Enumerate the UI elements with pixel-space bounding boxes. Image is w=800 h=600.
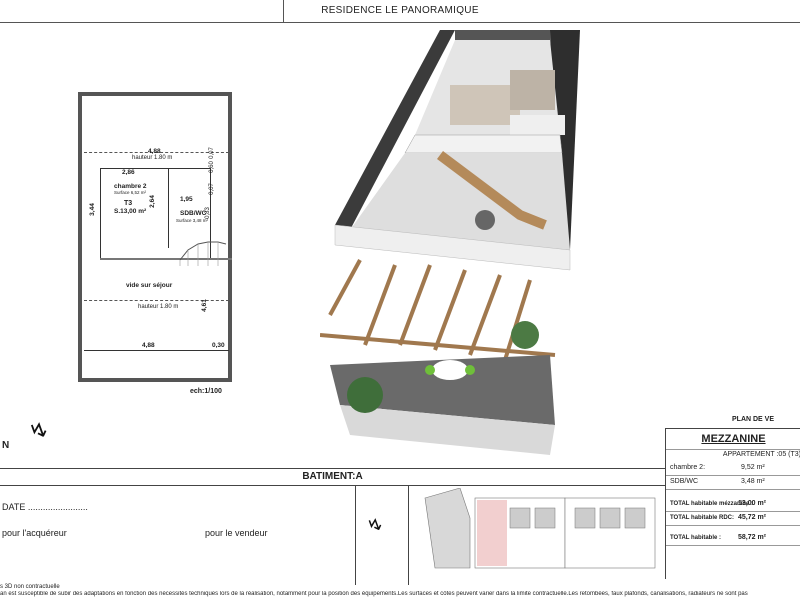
row-value: 9,52 m² xyxy=(741,464,765,471)
row-value: 45,72 m² xyxy=(738,514,767,521)
dim-top-width: 4,88 xyxy=(148,148,161,155)
disclaimer: s 3D non contractuelle an est susceptibl… xyxy=(0,584,800,598)
dim-030: 0,30 xyxy=(212,342,225,349)
batiment-label: BATIMENT:A xyxy=(302,471,363,482)
acquereur-label: pour l'acquéreur xyxy=(2,528,67,538)
sdb-surface: Surface 3,48 m² xyxy=(176,218,209,223)
row-label: SDB/WC xyxy=(670,478,698,485)
plan-dim-line xyxy=(84,350,229,351)
row-label: TOTAL habitable : xyxy=(670,535,722,541)
dim-344: 3,44 xyxy=(88,203,96,216)
stairs-symbol xyxy=(179,241,227,266)
dim-007b: 0,07 xyxy=(208,183,215,195)
divider xyxy=(408,485,409,585)
dim-286: 2,86 xyxy=(122,169,135,176)
row-value: 13,00 m² xyxy=(738,500,767,507)
level-title: MEZZANINE xyxy=(666,429,800,450)
batiment-header: BATIMENT:A xyxy=(0,468,665,486)
floor-plan: 4,88 hauteur 1.80 m 0,07 0,60 2,86 chamb… xyxy=(78,92,234,384)
chambre2-surface: Surface 6,52 m² xyxy=(114,190,147,195)
dim-060: 0,60 xyxy=(208,161,215,173)
north-arrow-icon: ↯ xyxy=(363,512,387,538)
divider xyxy=(355,485,356,585)
disclaimer-line1: s 3D non contractuelle xyxy=(0,584,60,590)
chambre2-label: chambre 2 xyxy=(114,183,147,190)
facade-drawings xyxy=(424,488,656,569)
vide-label: vide sur séjour xyxy=(126,282,173,289)
divider xyxy=(0,468,665,469)
row-value: 3,48 m² xyxy=(741,478,765,485)
dim-264: 2,64 xyxy=(148,195,156,208)
row-value: 58,72 m² xyxy=(738,534,767,541)
plan-label: PLAN DE VE xyxy=(732,416,775,423)
scale-label: ech:1/100 xyxy=(190,388,222,395)
dim-461: 4,61 xyxy=(200,299,208,312)
dim-083: 0,83 xyxy=(204,207,211,219)
north-letter: N xyxy=(2,440,10,451)
hauteur-mid: hauteur 1.80 m xyxy=(138,304,179,310)
vendeur-label: pour le vendeur xyxy=(205,528,268,538)
document-header: RESIDENCE LE PANORAMIQUE xyxy=(0,0,800,23)
date-field: DATE ........................ xyxy=(2,502,88,512)
residence-title: RESIDENCE LE PANORAMIQUE xyxy=(321,5,479,16)
t3-label: T3 xyxy=(124,200,133,207)
north-arrow-icon: ↯ xyxy=(24,415,54,447)
hauteur-top: hauteur 1.80 m xyxy=(132,155,173,161)
table-row: TOTAL habitable : 58,72 m² xyxy=(666,531,800,546)
sdb-label: SDB/WC xyxy=(180,210,207,217)
plan-wall xyxy=(100,168,101,258)
disclaimer-line2: an est susceptible de subir des adaptati… xyxy=(0,591,748,597)
table-row: chambre 2: 9,52 m² xyxy=(666,461,800,476)
dim-bottom-width: 4,88 xyxy=(142,342,155,349)
row-label: TOTAL habitable RDC: xyxy=(670,515,735,521)
apartment-label: APPARTEMENT :05 (T3) xyxy=(722,451,800,458)
dim-195: 1,95 xyxy=(180,196,193,203)
table-row: TOTAL habitable mézzanine : 13,00 m² xyxy=(666,497,800,512)
plan-wall xyxy=(168,168,169,248)
3d-render xyxy=(320,30,580,455)
plan-wall xyxy=(100,168,210,169)
dim-007: 0,07 xyxy=(208,147,215,159)
table-row: SDB/WC 3,48 m² xyxy=(666,475,800,490)
header-divider xyxy=(283,0,284,22)
row-label: chambre 2: xyxy=(670,464,706,471)
surface-table: MEZZANINE APPARTEMENT :05 (T3) chambre 2… xyxy=(665,428,800,579)
table-row: TOTAL habitable RDC: 45,72 m² xyxy=(666,511,800,526)
t3-surface: S.13,00 m² xyxy=(114,208,147,215)
